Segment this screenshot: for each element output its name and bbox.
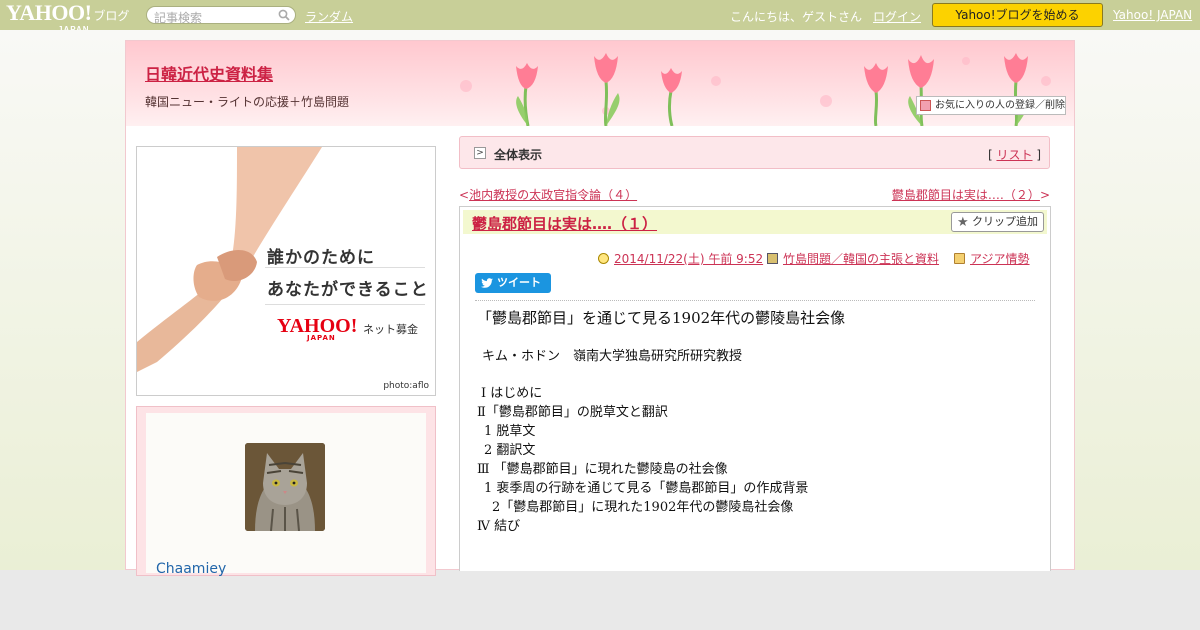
yahoo-japan-link[interactable]: Yahoo! JAPAN — [1113, 8, 1192, 22]
holding-hands-image — [137, 147, 322, 372]
logo-sub: ブログ — [93, 9, 130, 23]
banner-divider — [265, 267, 425, 268]
prev-post-link[interactable]: 池内教授の太政官指令論（４） — [469, 188, 637, 202]
banner-line2: あなたができること — [267, 280, 429, 300]
clip-button-label: クリップ追加 — [972, 215, 1038, 228]
post-category-link[interactable]: 竹島問題／韓国の主張と資料 — [783, 252, 939, 266]
banner-yahoo-region: JAPAN — [307, 334, 336, 342]
list-link-wrap: [ リスト ] — [988, 146, 1041, 163]
next-post-nav: 鬱島郡節目は実は‥‥（２）> — [891, 188, 1050, 202]
blog-header: 日韓近代史資料集 韓国ニュー・ライトの応援＋竹島問題 お気に入りの人の登録／削除 — [126, 41, 1074, 126]
tweet-button-label: ツイート — [497, 276, 541, 289]
search-icon[interactable] — [278, 9, 290, 21]
post-date-link[interactable]: 2014/11/22(土) 午前 9:52 — [614, 252, 763, 266]
post-body: 「鬱島郡節目」を通じて見る1902年代の鬱陵島社会像 キム・ホドン 嶺南大学独島… — [477, 307, 1037, 536]
post-divider — [475, 300, 1035, 301]
banner-line1: 誰かのために — [267, 248, 375, 268]
favorite-icon — [920, 100, 931, 111]
bracket: [ — [987, 148, 993, 162]
random-link[interactable]: ランダム — [305, 8, 353, 25]
favorite-register-button[interactable]: お気に入りの人の登録／削除 — [916, 96, 1066, 115]
all-view-label[interactable]: 全体表示 — [494, 146, 542, 163]
search-box — [146, 6, 296, 25]
all-view-bar: > 全体表示 [ リスト ] — [459, 136, 1050, 169]
toc-item: 1 裵季周の行跡を通じて見る「鬱島郡節目」の作成背景 — [484, 481, 809, 496]
next-post-link[interactable]: 鬱島郡節目は実は‥‥（２） — [892, 188, 1040, 202]
blog-title[interactable]: 日韓近代史資料集 — [145, 61, 273, 85]
toc-item: 2「鬱島郡節目」に現れた1902年代の鬱陵島社会像 — [492, 500, 794, 515]
toc-item: Ⅳ 結び — [477, 519, 521, 534]
bracket: ] — [1036, 148, 1041, 162]
top-bar: YAHOO!ブログ JAPAN ランダム こんにちは、ゲストさん ログイン Ya… — [0, 0, 1200, 35]
profile-inner: Chaamiey — [146, 413, 426, 577]
search-input[interactable] — [154, 11, 272, 25]
clock-icon — [598, 253, 609, 264]
post-title[interactable]: 鬱島郡節目は実は‥‥（１） — [472, 213, 657, 234]
start-blog-button[interactable]: Yahoo!ブログを始める — [932, 3, 1103, 27]
avatar[interactable] — [245, 443, 325, 531]
toc-item: Ⅰ はじめに — [481, 386, 543, 401]
yahoo-blog-logo[interactable]: YAHOO!ブログ JAPAN — [6, 2, 130, 35]
photo-credit: photo:aflo — [383, 381, 429, 391]
toc-item: Ⅲ 「鬱島郡節目」に現れた鬱陵島の社会像 — [477, 462, 728, 477]
banner-divider — [265, 304, 425, 305]
twitter-bird-icon — [481, 278, 493, 288]
list-link[interactable]: リスト — [996, 148, 1032, 162]
blog-container: 日韓近代史資料集 韓国ニュー・ライトの応援＋竹島問題 お気に入りの人の登録／削除… — [125, 40, 1075, 577]
folder-icon — [954, 253, 965, 264]
toc-item: 2 翻訳文 — [484, 443, 536, 458]
prev-post-nav: <池内教授の太政官指令論（４） — [459, 188, 638, 202]
star-icon: ★ — [957, 215, 969, 230]
post-title-bar: 鬱島郡節目は実は‥‥（１） ★ クリップ追加 — [463, 210, 1047, 234]
post-body-author: キム・ホドン 嶺南大学独島研究所研究教授 — [482, 349, 743, 364]
post-date: 2014/11/22(土) 午前 9:52 — [598, 250, 763, 267]
post-article: 鬱島郡節目は実は‥‥（１） ★ クリップ追加 2014/11/22(土) 午前 … — [459, 206, 1051, 571]
toc-item: Ⅱ「鬱島郡節目」の脱草文と翻訳 — [477, 405, 668, 420]
arrow-right-icon: > — [474, 147, 486, 159]
cat-photo — [245, 443, 325, 531]
post-body-heading: 「鬱島郡節目」を通じて見る1902年代の鬱陵島社会像 — [477, 309, 846, 327]
post-tag-link[interactable]: アジア情勢 — [970, 252, 1030, 266]
donation-banner[interactable]: 誰かのために あなたができること YAHOO! JAPAN ネット募金 phot… — [136, 146, 436, 396]
book-icon — [767, 253, 778, 264]
banner-service-name: ネット募金 — [363, 323, 418, 336]
blog-description: 韓国ニュー・ライトの応援＋竹島問題 — [145, 95, 350, 109]
post-category: 竹島問題／韓国の主張と資料 — [767, 250, 939, 267]
greeting-text: こんにちは、ゲストさん — [730, 10, 863, 24]
bottom-area — [0, 570, 1200, 630]
clip-add-button[interactable]: ★ クリップ追加 — [951, 212, 1044, 232]
login-link[interactable]: ログイン — [873, 8, 921, 25]
profile-box: Chaamiey — [136, 406, 436, 577]
toc-item: 1 脱草文 — [484, 424, 536, 439]
tweet-button[interactable]: ツイート — [475, 273, 551, 293]
post-tag: アジア情勢 — [954, 250, 1030, 267]
profile-name[interactable]: Chaamiey — [156, 561, 226, 577]
favorite-button-label: お気に入りの人の登録／削除 — [935, 100, 1065, 111]
